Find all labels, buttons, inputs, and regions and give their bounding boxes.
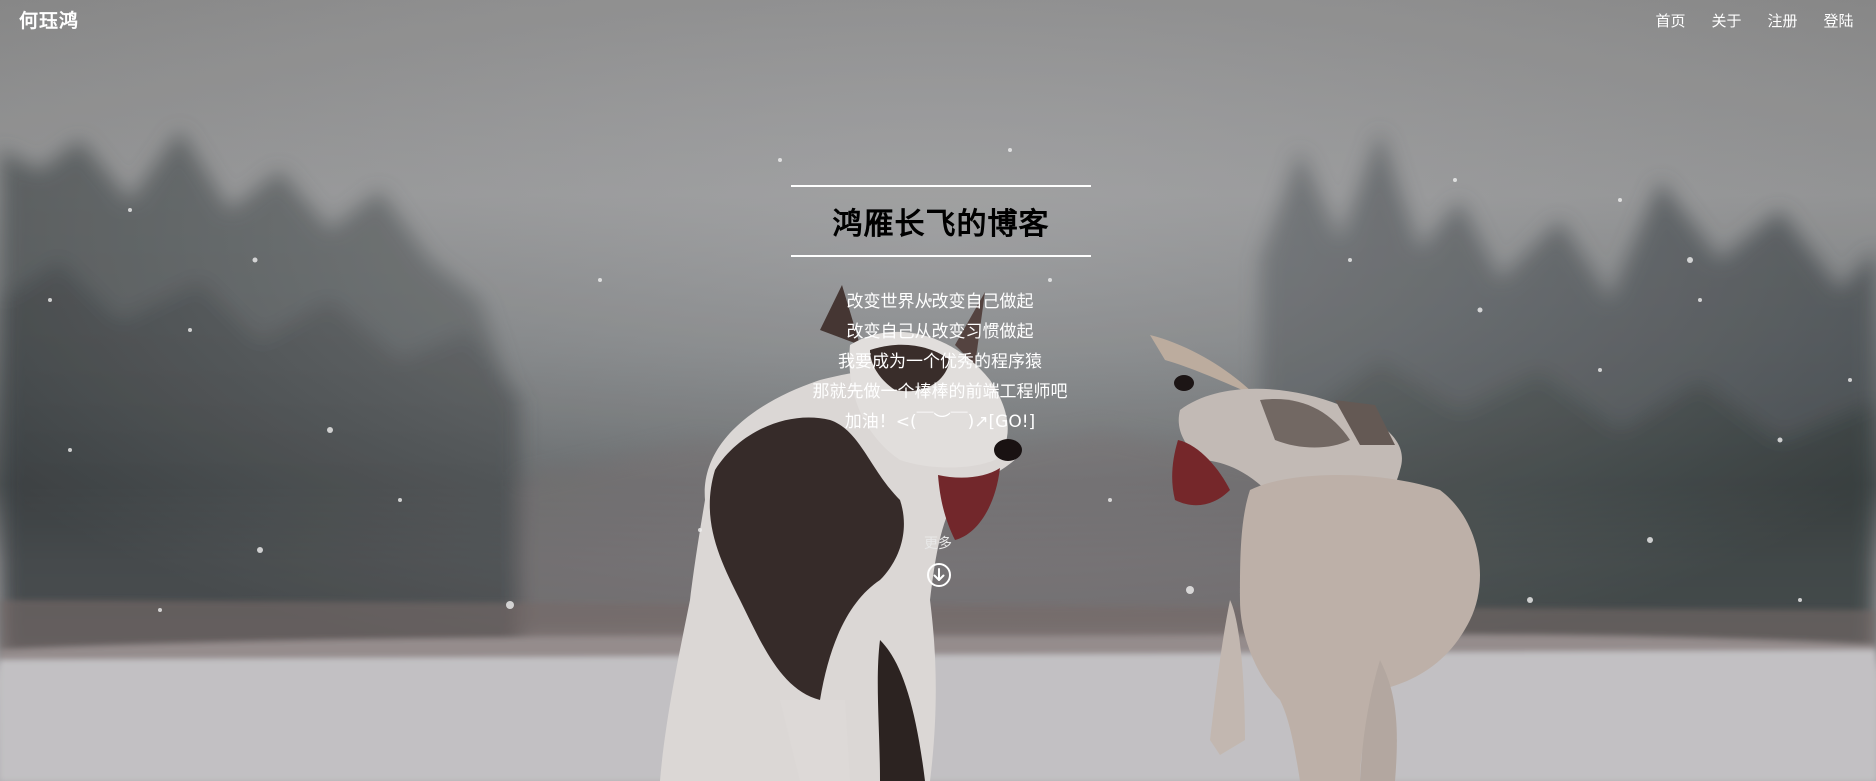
arrow-down-circle-icon[interactable] xyxy=(926,562,952,588)
brand-logo-link[interactable]: 何珏鸿 xyxy=(19,6,79,33)
motto-line: 改变自己从改变习惯做起 xyxy=(846,322,1034,342)
blog-title-box: 鸿雁长飞的博客 xyxy=(791,185,1091,257)
motto-line: 加油！<(￣︶￣)↗[GO!] xyxy=(844,412,1036,432)
nav-link-about[interactable]: 关于 xyxy=(1709,10,1744,31)
motto-line: 改变世界从改变自己做起 xyxy=(846,292,1034,312)
blog-title: 鸿雁长飞的博客 xyxy=(832,207,1050,242)
nav-link-home[interactable]: 首页 xyxy=(1653,10,1688,31)
motto-line: 那就先做一个棒棒的前端工程师吧 xyxy=(812,382,1068,402)
hero-section: 何珏鸿 首页 关于 注册 登陆 鸿雁长飞的博客 改变世界从改变自己做起 改变自己… xyxy=(0,0,1876,781)
motto-line: 我要成为一个优秀的程序猿 xyxy=(838,352,1042,372)
top-navbar: 何珏鸿 首页 关于 注册 登陆 xyxy=(0,0,1876,40)
motto-block: 改变世界从改变自己做起 改变自己从改变习惯做起 我要成为一个优秀的程序猿 那就先… xyxy=(738,287,1142,437)
nav-link-register[interactable]: 注册 xyxy=(1765,10,1800,31)
nav-link-login[interactable]: 登陆 xyxy=(1821,10,1856,31)
nav-links: 首页 关于 注册 登陆 xyxy=(1653,10,1856,31)
more-label: 更多 xyxy=(924,536,952,552)
